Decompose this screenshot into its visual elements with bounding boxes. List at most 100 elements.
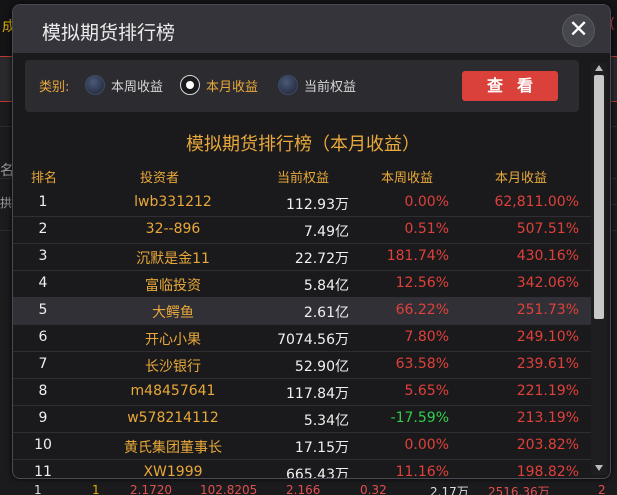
bg-cell: 102.8205 <box>200 484 258 495</box>
monthly-return-cell: 62,811.00% <box>494 194 579 210</box>
bg-cell: 2.166 <box>286 484 321 495</box>
rank-cell: 11 <box>34 464 52 479</box>
bg-cell: 2.17万 <box>430 485 469 495</box>
bg-cell: 2 <box>598 484 606 495</box>
weekly-return-cell: 181.74% <box>386 248 449 264</box>
table-row[interactable]: 3 沉默是金11 22.72万 181.74% 430.16% <box>13 243 591 271</box>
monthly-return-cell: 213.19% <box>516 410 579 426</box>
dialog-header: 模拟期货排行榜 ✕ <box>13 5 610 53</box>
rank-cell: 3 <box>38 248 48 264</box>
bg-cell: 0.32 <box>360 484 387 495</box>
monthly-return-cell: 249.10% <box>516 329 579 345</box>
rank-cell: 10 <box>34 437 52 453</box>
close-button[interactable]: ✕ <box>562 14 595 47</box>
column-header-weekly: 本周收益 <box>381 171 434 186</box>
close-icon: ✕ <box>568 15 589 43</box>
weekly-return-cell: 66.22% <box>395 302 449 318</box>
ranking-dialog: 模拟期货排行榜 ✕ 类别: 本周收益 本月收益 当前权益 查看 模拟期货排行榜（… <box>12 4 611 479</box>
weekly-return-cell: 0.00% <box>404 437 449 453</box>
radio-label: 本月收益 <box>206 80 259 95</box>
table-row[interactable]: 10 黄氏集团董事长 17.15万 0.00% 203.82% <box>13 432 591 460</box>
table-title: 模拟期货排行榜（本月收益） <box>186 134 420 155</box>
investor-cell: XW1999 <box>143 464 203 479</box>
investor-cell: 32--896 <box>145 221 201 237</box>
monthly-return-cell: 203.82% <box>516 437 579 453</box>
bg-cell: 1 <box>34 484 42 495</box>
weekly-return-cell: 11.16% <box>395 464 449 479</box>
bg-cell: 2.1720 <box>130 484 172 495</box>
monthly-return-cell: 342.06% <box>516 275 579 291</box>
monthly-return-cell: 507.51% <box>516 221 579 237</box>
rank-cell: 5 <box>38 302 48 318</box>
background-column-label-2: 拱 <box>0 196 13 210</box>
investor-cell: w578214112 <box>127 410 219 426</box>
equity-cell: 52.90亿 <box>294 359 349 375</box>
investor-cell: lwb331212 <box>134 194 212 210</box>
table-row[interactable]: 5 大鳄鱼 2.61亿 66.22% 251.73% <box>13 297 591 325</box>
column-header-rank: 排名 <box>31 171 58 186</box>
equity-cell: 22.72万 <box>294 251 349 267</box>
rank-cell: 8 <box>38 383 48 399</box>
rank-cell: 2 <box>38 221 48 237</box>
equity-cell: 117.84万 <box>286 386 349 402</box>
monthly-return-cell: 239.61% <box>516 356 579 372</box>
investor-cell: 富临投资 <box>145 278 201 294</box>
bg-cell: 2516.36万 <box>488 485 550 495</box>
equity-cell: 7074.56万 <box>277 332 349 348</box>
category-label: 类别: <box>39 80 70 95</box>
weekly-return-cell: 0.51% <box>404 221 449 237</box>
background-bottom-row: 1 1 2.1720 102.8205 2.166 0.32 2.17万 251… <box>0 484 617 495</box>
weekly-return-cell: 5.65% <box>404 383 449 399</box>
investor-cell: 沉默是金11 <box>136 251 210 267</box>
scrollbar-thumb[interactable] <box>594 75 604 319</box>
scroll-down-arrow-icon[interactable] <box>595 465 603 471</box>
table-row[interactable]: 2 32--896 7.49亿 0.51% 507.51% <box>13 216 591 244</box>
rank-cell: 7 <box>38 356 48 372</box>
equity-cell: 5.34亿 <box>303 413 349 429</box>
radio-label: 本周收益 <box>111 80 164 95</box>
column-header-monthly: 本月收益 <box>495 171 548 186</box>
monthly-return-cell: 430.16% <box>516 248 579 264</box>
bg-cell: 1 <box>92 484 100 495</box>
radio-button-icon <box>85 75 105 95</box>
vertical-scrollbar[interactable] <box>591 63 607 475</box>
weekly-return-cell: 0.00% <box>404 194 449 210</box>
scroll-up-arrow-icon[interactable] <box>595 65 603 71</box>
monthly-return-cell: 221.19% <box>516 383 579 399</box>
radio-button-icon <box>278 75 298 95</box>
rank-cell: 9 <box>38 410 48 426</box>
table-row[interactable]: 8 m48457641 117.84万 5.65% 221.19% <box>13 378 591 406</box>
equity-cell: 7.49亿 <box>303 224 349 240</box>
investor-cell: 黄氏集团董事长 <box>124 440 222 456</box>
table-row[interactable]: 11 XW1999 665.43万 11.16% 198.82% <box>13 459 591 479</box>
weekly-return-cell: 63.58% <box>395 356 449 372</box>
weekly-return-cell: 12.56% <box>395 275 449 291</box>
weekly-return-cell: 7.80% <box>404 329 449 345</box>
equity-cell: 112.93万 <box>286 197 349 213</box>
radio-label: 当前权益 <box>304 80 357 95</box>
table-header: 排名 投资者 当前权益 本周收益 本月收益 <box>13 163 591 189</box>
monthly-return-cell: 251.73% <box>516 302 579 318</box>
equity-cell: 17.15万 <box>294 440 349 456</box>
rank-cell: 4 <box>38 275 48 291</box>
investor-cell: 大鳄鱼 <box>152 305 194 321</box>
equity-cell: 2.61亿 <box>303 305 349 321</box>
equity-cell: 5.84亿 <box>303 278 349 294</box>
table-row[interactable]: 1 lwb331212 112.93万 0.00% 62,811.00% <box>13 189 591 217</box>
monthly-return-cell: 198.82% <box>516 464 579 479</box>
category-filter-bar: 类别: 本周收益 本月收益 当前权益 查看 <box>25 60 579 112</box>
table-row[interactable]: 6 开心小果 7074.56万 7.80% 249.10% <box>13 324 591 352</box>
rank-cell: 6 <box>38 329 48 345</box>
rank-cell: 1 <box>38 194 48 210</box>
table-row[interactable]: 7 长沙银行 52.90亿 63.58% 239.61% <box>13 351 591 379</box>
column-header-equity: 当前权益 <box>277 171 330 186</box>
weekly-return-cell: -17.59% <box>390 410 449 426</box>
investor-cell: m48457641 <box>130 383 216 399</box>
table-row[interactable]: 4 富临投资 5.84亿 12.56% 342.06% <box>13 270 591 298</box>
table-row[interactable]: 9 w578214112 5.34亿 -17.59% 213.19% <box>13 405 591 433</box>
radio-button-selected-icon <box>180 75 200 95</box>
view-button[interactable]: 查看 <box>462 71 558 101</box>
dialog-title: 模拟期货排行榜 <box>42 22 176 44</box>
column-header-investor: 投资者 <box>140 171 180 186</box>
investor-cell: 长沙银行 <box>145 359 201 375</box>
